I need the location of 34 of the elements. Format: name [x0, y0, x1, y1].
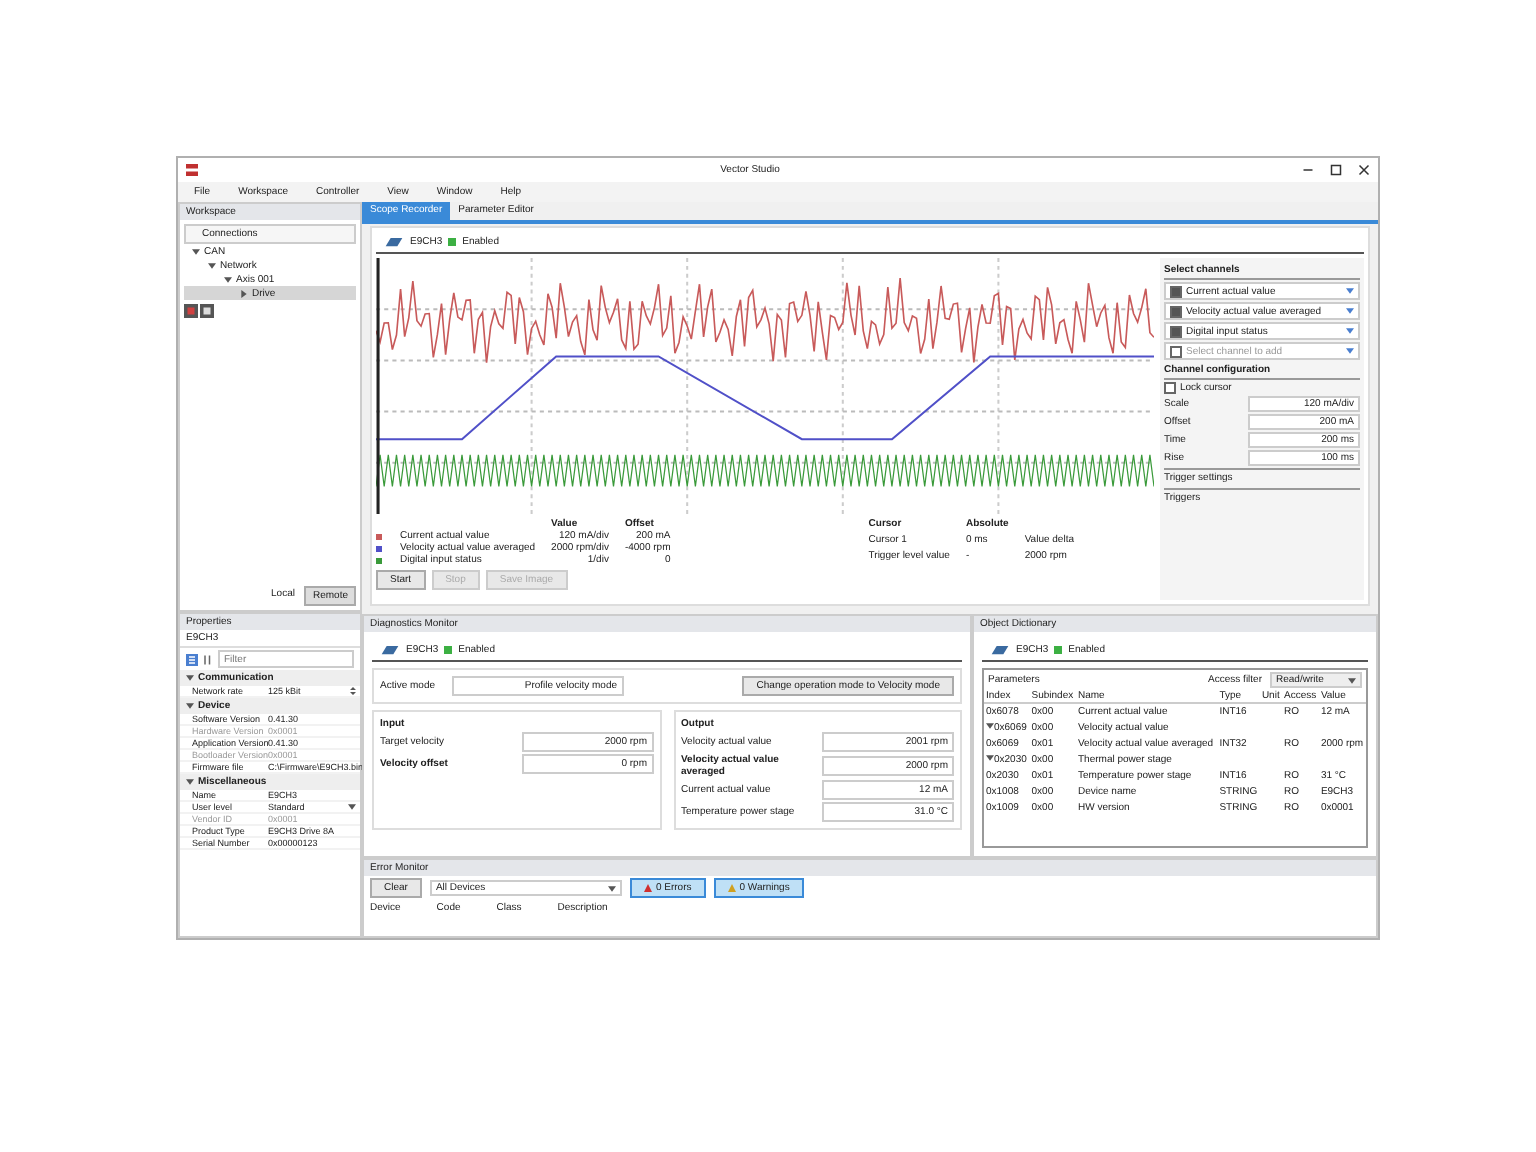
drive-device-icon	[384, 235, 404, 249]
spinner-icon[interactable]	[350, 686, 356, 696]
expander-icon[interactable]	[986, 722, 994, 730]
caret-icon	[1346, 328, 1354, 334]
warning-icon	[727, 884, 736, 892]
minimize-icon[interactable]	[1302, 164, 1314, 176]
checkbox[interactable]	[1170, 345, 1182, 357]
close-icon[interactable]	[1358, 164, 1370, 176]
caret-icon	[1346, 348, 1354, 354]
checkbox[interactable]	[1164, 382, 1176, 394]
maximize-icon[interactable]	[1330, 164, 1342, 176]
disconnect-icon[interactable]	[200, 304, 214, 318]
caret-icon	[348, 804, 356, 810]
caret-icon	[1348, 677, 1356, 683]
sort-alphabetical-icon[interactable]	[202, 653, 214, 665]
caret-icon	[1346, 308, 1354, 314]
checkbox[interactable]	[1170, 325, 1182, 337]
expander-icon[interactable]	[186, 778, 194, 786]
error-icon	[643, 884, 652, 892]
drive-device-icon	[990, 643, 1010, 657]
caret-icon	[607, 885, 616, 891]
sort-category-icon[interactable]	[186, 653, 198, 665]
caret-icon	[1346, 288, 1354, 294]
expander-icon[interactable]	[186, 702, 194, 710]
checkbox[interactable]	[1170, 305, 1182, 317]
drive-device-icon	[380, 643, 400, 657]
expander-icon[interactable]	[186, 674, 194, 682]
status-led-icon	[1054, 646, 1063, 654]
status-led-icon	[444, 646, 453, 654]
expander-icon[interactable]	[986, 754, 994, 762]
cursor-line[interactable]	[376, 258, 380, 514]
status-led-icon	[448, 238, 457, 246]
app-logo-icon	[186, 164, 198, 176]
checkbox[interactable]	[1170, 285, 1182, 297]
